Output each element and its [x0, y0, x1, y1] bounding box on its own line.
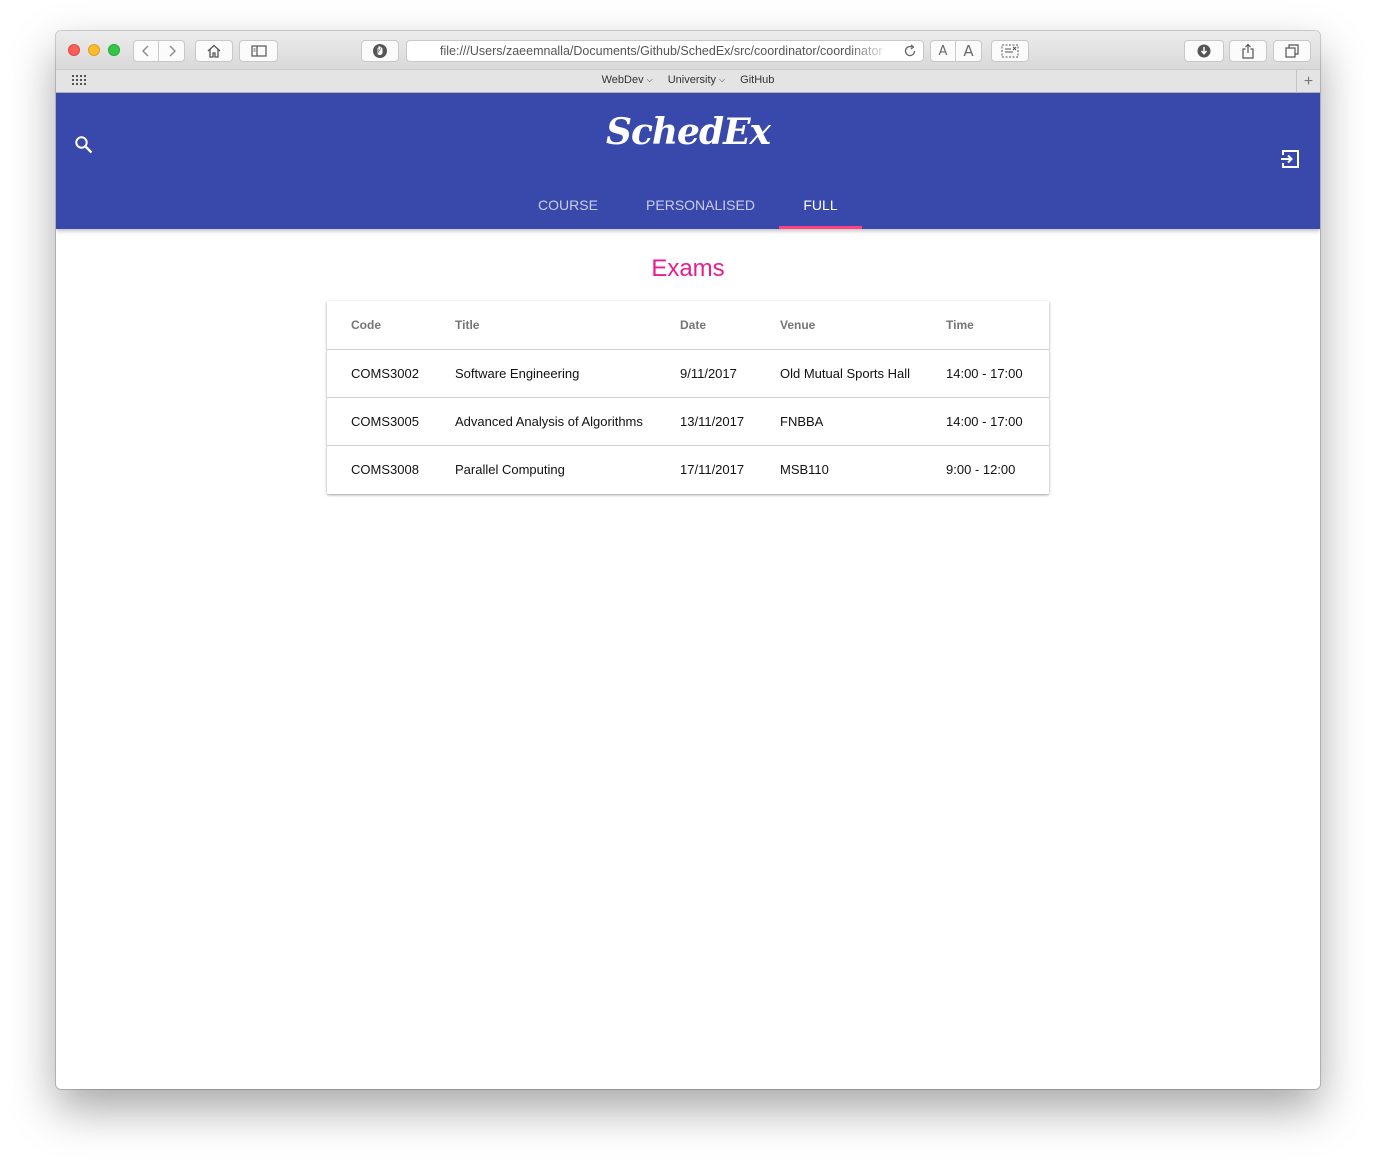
sidebar-button[interactable] — [239, 40, 278, 62]
cell-date: 9/11/2017 — [680, 349, 780, 398]
browser-window: file:///Users/zaeemnalla/Documents/Githu… — [56, 31, 1320, 1089]
download-icon — [1197, 44, 1211, 58]
table-row[interactable]: COMS3005 Advanced Analysis of Algorithms… — [327, 397, 1049, 446]
reader-button[interactable] — [991, 40, 1029, 62]
chevron-down-icon: ⌵ — [646, 75, 653, 84]
chevron-down-icon: ⌵ — [719, 75, 726, 84]
close-window-button[interactable] — [68, 44, 80, 56]
cell-code: COMS3002 — [327, 349, 455, 398]
tabs-overview-icon — [1285, 44, 1299, 58]
new-tab-button[interactable]: + — [1296, 70, 1320, 93]
tab-personalised[interactable]: PERSONALISED — [634, 191, 767, 229]
chevron-left-icon — [142, 45, 149, 57]
column-header-time: Time — [946, 301, 1049, 350]
cell-venue: FNBBA — [780, 397, 946, 446]
cell-date: 17/11/2017 — [680, 461, 745, 477]
cell-title: Parallel Computing — [455, 461, 565, 477]
cell-code: COMS3008 — [351, 461, 419, 477]
sidebar-icon — [250, 45, 267, 57]
share-icon — [1242, 43, 1254, 59]
shield-icon — [373, 44, 387, 58]
tab-course[interactable]: COURSE — [516, 191, 620, 229]
column-header-date: Date — [680, 301, 780, 350]
url-text: file:///Users/zaeemnalla/Documents/Githu… — [440, 44, 883, 58]
table-header-row: Code Title Date Venue Time — [327, 301, 1049, 350]
favorites-bar: WebDev ⌵ University ⌵ GitHub + — [56, 69, 1320, 93]
page-title: Exams — [651, 255, 725, 282]
app-header: SchedEx COURSE PERSONALISED FULL — [56, 93, 1320, 229]
increase-font-button[interactable]: A — [955, 40, 982, 62]
cell-title: Software Engineering — [455, 349, 680, 398]
cell-venue: Old Mutual Sports Hall — [780, 349, 946, 398]
address-bar[interactable]: file:///Users/zaeemnalla/Documents/Githu… — [406, 40, 924, 62]
favorite-github[interactable]: GitHub — [740, 74, 774, 86]
favorite-webdev[interactable]: WebDev ⌵ — [602, 74, 653, 86]
table-row[interactable]: COMS3008 Parallel Computing 17/11/2017 M… — [327, 445, 1049, 493]
cell-venue: MSB110 — [780, 461, 829, 477]
exams-table: Code Title Date Venue Time COMS3002 Soft… — [327, 301, 1049, 493]
chevron-right-icon — [169, 45, 176, 57]
cell-code: COMS3005 — [327, 397, 455, 446]
favorite-university[interactable]: University ⌵ — [668, 74, 725, 86]
minimize-window-button[interactable] — [88, 44, 100, 56]
zoom-window-button[interactable] — [108, 44, 120, 56]
app-logo: SchedEx — [605, 111, 771, 153]
decrease-font-button[interactable]: A — [930, 40, 956, 62]
privacy-button[interactable] — [361, 40, 399, 62]
cell-time: 9:00 - 12:00 — [946, 461, 1016, 477]
column-header-venue: Venue — [780, 301, 946, 350]
cell-title: Advanced Analysis of Algorithms — [455, 397, 680, 446]
downloads-button[interactable] — [1184, 40, 1224, 62]
home-button[interactable] — [195, 40, 233, 62]
home-icon — [207, 44, 221, 58]
cell-time: 14:00 - 17:00 — [946, 397, 1049, 446]
cell-time: 14:00 - 17:00 — [946, 349, 1049, 398]
column-header-code: Code — [327, 301, 455, 350]
reload-icon[interactable] — [903, 44, 917, 58]
share-button[interactable] — [1229, 40, 1267, 62]
reader-icon — [1001, 44, 1019, 58]
back-button[interactable] — [133, 40, 159, 62]
forward-button[interactable] — [158, 40, 185, 62]
cell-date: 13/11/2017 — [680, 397, 780, 446]
active-tab-indicator — [779, 226, 862, 229]
column-header-title: Title — [455, 301, 680, 350]
exams-table-card: Code Title Date Venue Time COMS3002 Soft… — [327, 301, 1049, 494]
favorites-list: WebDev ⌵ University ⌵ GitHub — [56, 74, 1320, 86]
browser-toolbar: file:///Users/zaeemnalla/Documents/Githu… — [56, 31, 1320, 69]
logout-icon[interactable] — [1279, 148, 1301, 170]
tab-overview-button[interactable] — [1273, 40, 1311, 62]
tab-full[interactable]: FULL — [779, 191, 862, 229]
table-row[interactable]: COMS3002 Software Engineering 9/11/2017 … — [327, 349, 1049, 398]
